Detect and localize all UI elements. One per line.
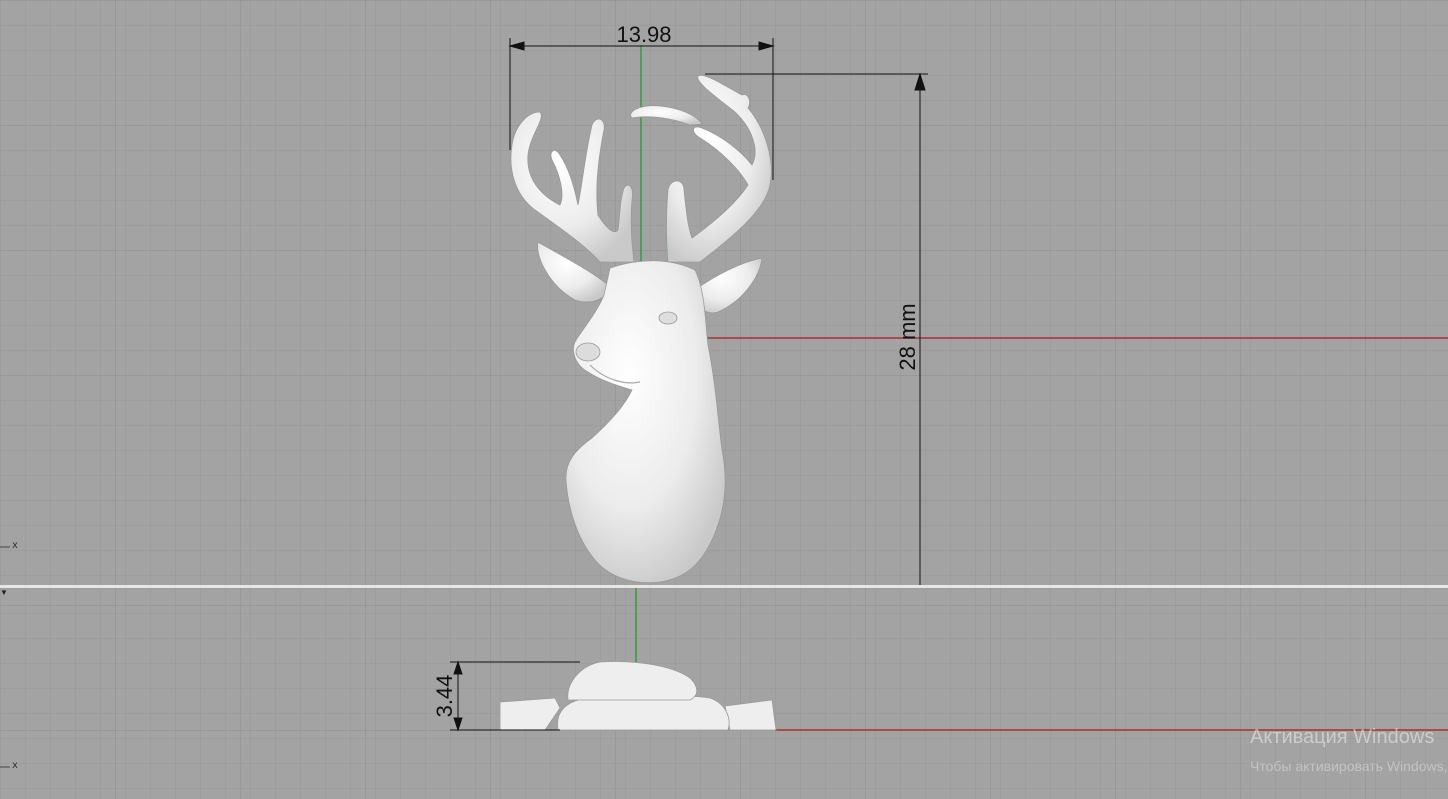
viewport-front-canvas[interactable]: 13.98 28 mm bbox=[0, 0, 1448, 585]
axis-label-x: x bbox=[12, 540, 18, 551]
dimension-width-label: 13.98 bbox=[616, 22, 671, 47]
viewport-front[interactable]: 13.98 28 mm x bbox=[0, 0, 1448, 585]
windows-activation-watermark: Активация Windows bbox=[1250, 726, 1435, 748]
dimension-height-label: 28 mm bbox=[895, 303, 920, 370]
dimension-depth-label: 3.44 bbox=[432, 675, 457, 718]
windows-activation-subtext: Чтобы активировать Windows, bbox=[1250, 758, 1448, 774]
axis-label-x-bottom: x bbox=[12, 760, 18, 771]
grid-major-bottom bbox=[0, 588, 1448, 799]
viewport-top-view[interactable]: ▼ 3.44 x bbox=[0, 588, 1448, 799]
viewport-top-canvas[interactable]: 3.44 bbox=[0, 588, 1448, 799]
